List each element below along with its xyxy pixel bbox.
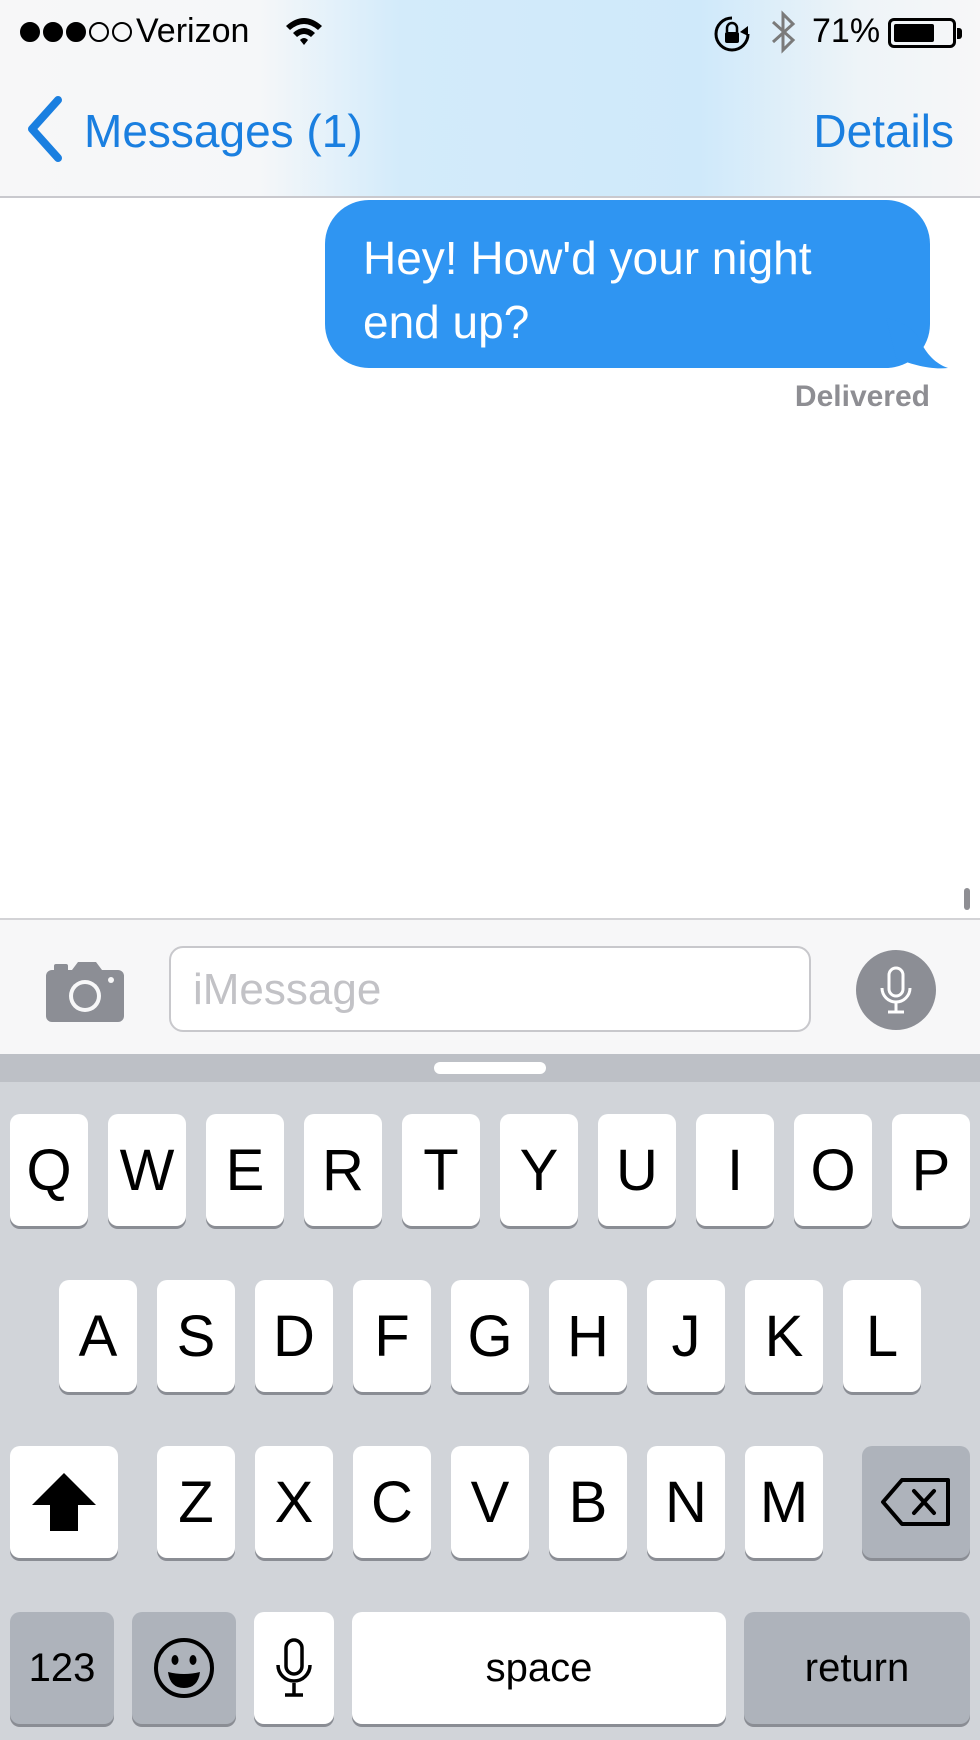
keyboard: Q W E R T Y U I O P A S D F G H J K L Z … [0, 1054, 980, 1740]
key-s[interactable]: S [157, 1280, 235, 1392]
signal-dot [112, 22, 132, 42]
key-x[interactable]: X [255, 1446, 333, 1558]
key-l[interactable]: L [843, 1280, 921, 1392]
key-q[interactable]: Q [10, 1114, 88, 1226]
key-k[interactable]: K [745, 1280, 823, 1392]
key-t[interactable]: T [402, 1114, 480, 1226]
delete-key[interactable] [862, 1446, 970, 1558]
signal-dot [43, 22, 63, 42]
battery-icon [888, 18, 962, 48]
key-o[interactable]: O [794, 1114, 872, 1226]
imessage-input[interactable]: iMessage [169, 946, 811, 1032]
rotation-lock-icon [712, 14, 752, 63]
back-chevron-icon[interactable] [24, 96, 64, 167]
key-u[interactable]: U [598, 1114, 676, 1226]
space-key[interactable]: space [352, 1612, 726, 1724]
signal-dot [89, 22, 109, 42]
details-button[interactable]: Details [813, 104, 954, 158]
message-text: Hey! How'd your night end up? [363, 232, 812, 348]
battery-percent: 71% [812, 12, 881, 50]
keyboard-handle[interactable] [434, 1062, 546, 1074]
keyboard-top-strip [0, 1054, 980, 1082]
key-w[interactable]: W [108, 1114, 186, 1226]
key-y[interactable]: Y [500, 1114, 578, 1226]
key-j[interactable]: J [647, 1280, 725, 1392]
emoji-icon [154, 1638, 214, 1698]
key-d[interactable]: D [255, 1280, 333, 1392]
delivery-receipt: Delivered [794, 380, 930, 413]
key-i[interactable]: I [696, 1114, 774, 1226]
key-z[interactable]: Z [157, 1446, 235, 1558]
outgoing-message-bubble[interactable]: Hey! How'd your night end up? [325, 200, 930, 368]
key-p[interactable]: P [892, 1114, 970, 1226]
key-v[interactable]: V [451, 1446, 529, 1558]
dictation-icon [276, 1638, 312, 1697]
key-m[interactable]: M [745, 1446, 823, 1558]
key-b[interactable]: B [549, 1446, 627, 1558]
audio-message-button[interactable] [856, 950, 936, 1030]
bubble-tail [886, 318, 950, 375]
battery-level-fill [894, 24, 934, 42]
emoji-key[interactable] [132, 1612, 236, 1724]
navigation-header: Verizon 71% Messages (1) Details [0, 0, 980, 198]
camera-icon[interactable] [46, 960, 124, 1027]
signal-dot [20, 22, 40, 42]
key-f[interactable]: F [353, 1280, 431, 1392]
shift-key[interactable] [10, 1446, 118, 1558]
shift-icon [32, 1473, 96, 1531]
key-n[interactable]: N [647, 1446, 725, 1558]
return-key[interactable]: return [744, 1612, 970, 1724]
dictation-key[interactable] [254, 1612, 334, 1724]
message-composer: iMessage [0, 918, 980, 1054]
signal-strength [20, 22, 132, 42]
key-h[interactable]: H [549, 1280, 627, 1392]
status-bar: Verizon 71% [0, 0, 980, 64]
delete-icon [881, 1478, 950, 1526]
scroll-indicator[interactable] [964, 888, 970, 910]
key-a[interactable]: A [59, 1280, 137, 1392]
signal-dot [66, 22, 86, 42]
microphone-icon [880, 966, 912, 1014]
key-e[interactable]: E [206, 1114, 284, 1226]
key-g[interactable]: G [451, 1280, 529, 1392]
key-r[interactable]: R [304, 1114, 382, 1226]
back-button[interactable]: Messages (1) [84, 104, 363, 158]
imessage-placeholder: iMessage [193, 965, 382, 1014]
key-c[interactable]: C [353, 1446, 431, 1558]
carrier-name: Verizon [136, 12, 250, 50]
numbers-key[interactable]: 123 [10, 1612, 114, 1724]
bluetooth-icon [770, 10, 798, 63]
wifi-icon [284, 14, 324, 57]
